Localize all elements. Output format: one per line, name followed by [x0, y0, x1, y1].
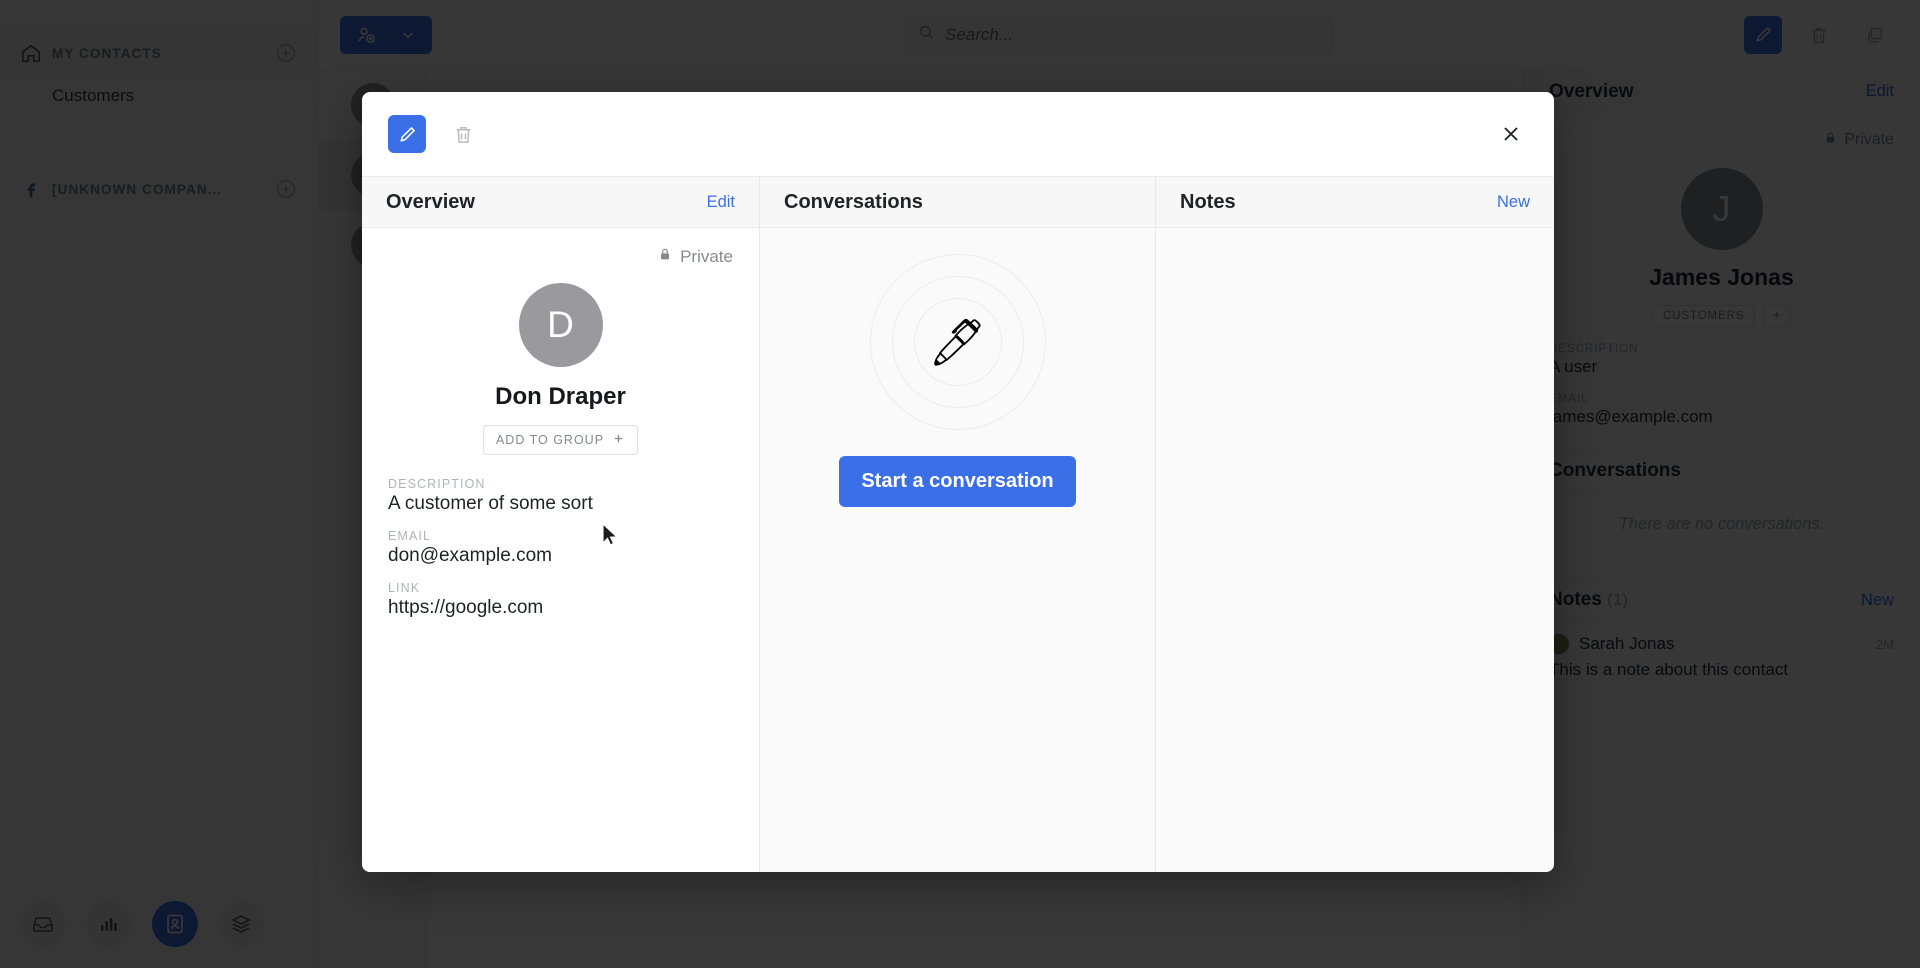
field-label: LINK [388, 581, 421, 595]
privacy-badge: Private [388, 246, 733, 267]
contact-fields: DESCRIPTION A customer of some sort EMAI… [388, 477, 733, 619]
overview-edit-link[interactable]: Edit [707, 193, 735, 212]
pen-icon: 🖊 [928, 315, 987, 368]
close-icon[interactable] [1494, 117, 1528, 151]
plus-icon [612, 432, 625, 448]
mouse-cursor [601, 522, 621, 554]
conversations-title: Conversations [784, 190, 923, 213]
modal-overview-body: Private D Don Draper ADD TO GROUP DESCRI… [362, 228, 759, 872]
field-link: LINK https://google.com [388, 581, 733, 619]
modal-delete-button[interactable] [444, 115, 482, 153]
field-value: don@example.com [388, 545, 552, 566]
modal-notes-column: Notes New [1156, 176, 1554, 872]
notes-title: Notes [1180, 190, 1236, 213]
field-value[interactable]: https://google.com [388, 597, 733, 619]
modal-overview-header: Overview Edit [362, 176, 759, 228]
lock-icon [657, 246, 673, 267]
privacy-label: Private [680, 246, 733, 266]
modal-conversations-column: Conversations 🖊 Start a conversation [760, 176, 1156, 872]
field-label: DESCRIPTION [388, 477, 486, 491]
pen-illustration: 🖊 [869, 254, 1046, 430]
add-to-group-button[interactable]: ADD TO GROUP [482, 425, 639, 455]
conversations-empty-state: 🖊 Start a conversation [760, 228, 1155, 872]
add-to-group-wrap: ADD TO GROUP [388, 425, 733, 455]
modal-toolbar [362, 92, 1554, 176]
modal-overview-column: Overview Edit Private D Don Draper ADD T… [362, 176, 760, 872]
modal-columns: Overview Edit Private D Don Draper ADD T… [362, 176, 1554, 872]
contact-name: Don Draper [495, 383, 626, 410]
add-to-group-label: ADD TO GROUP [495, 433, 605, 447]
overview-title: Overview [386, 190, 475, 213]
field-value: A customer of some sort [388, 493, 593, 514]
contact-modal: Overview Edit Private D Don Draper ADD T… [362, 92, 1554, 872]
field-email: EMAIL don@example.com [388, 529, 733, 567]
modal-edit-button[interactable] [388, 115, 426, 153]
modal-conversations-body: 🖊 Start a conversation [760, 228, 1155, 872]
modal-notes-body [1156, 228, 1554, 872]
field-description: DESCRIPTION A customer of some sort [388, 477, 733, 515]
notes-new-link[interactable]: New [1497, 193, 1530, 212]
field-label: EMAIL [388, 529, 432, 543]
avatar: D [518, 283, 603, 367]
modal-conversations-header: Conversations [760, 176, 1155, 228]
start-conversation-button[interactable]: Start a conversation [839, 456, 1076, 507]
modal-notes-header: Notes New [1156, 176, 1554, 228]
